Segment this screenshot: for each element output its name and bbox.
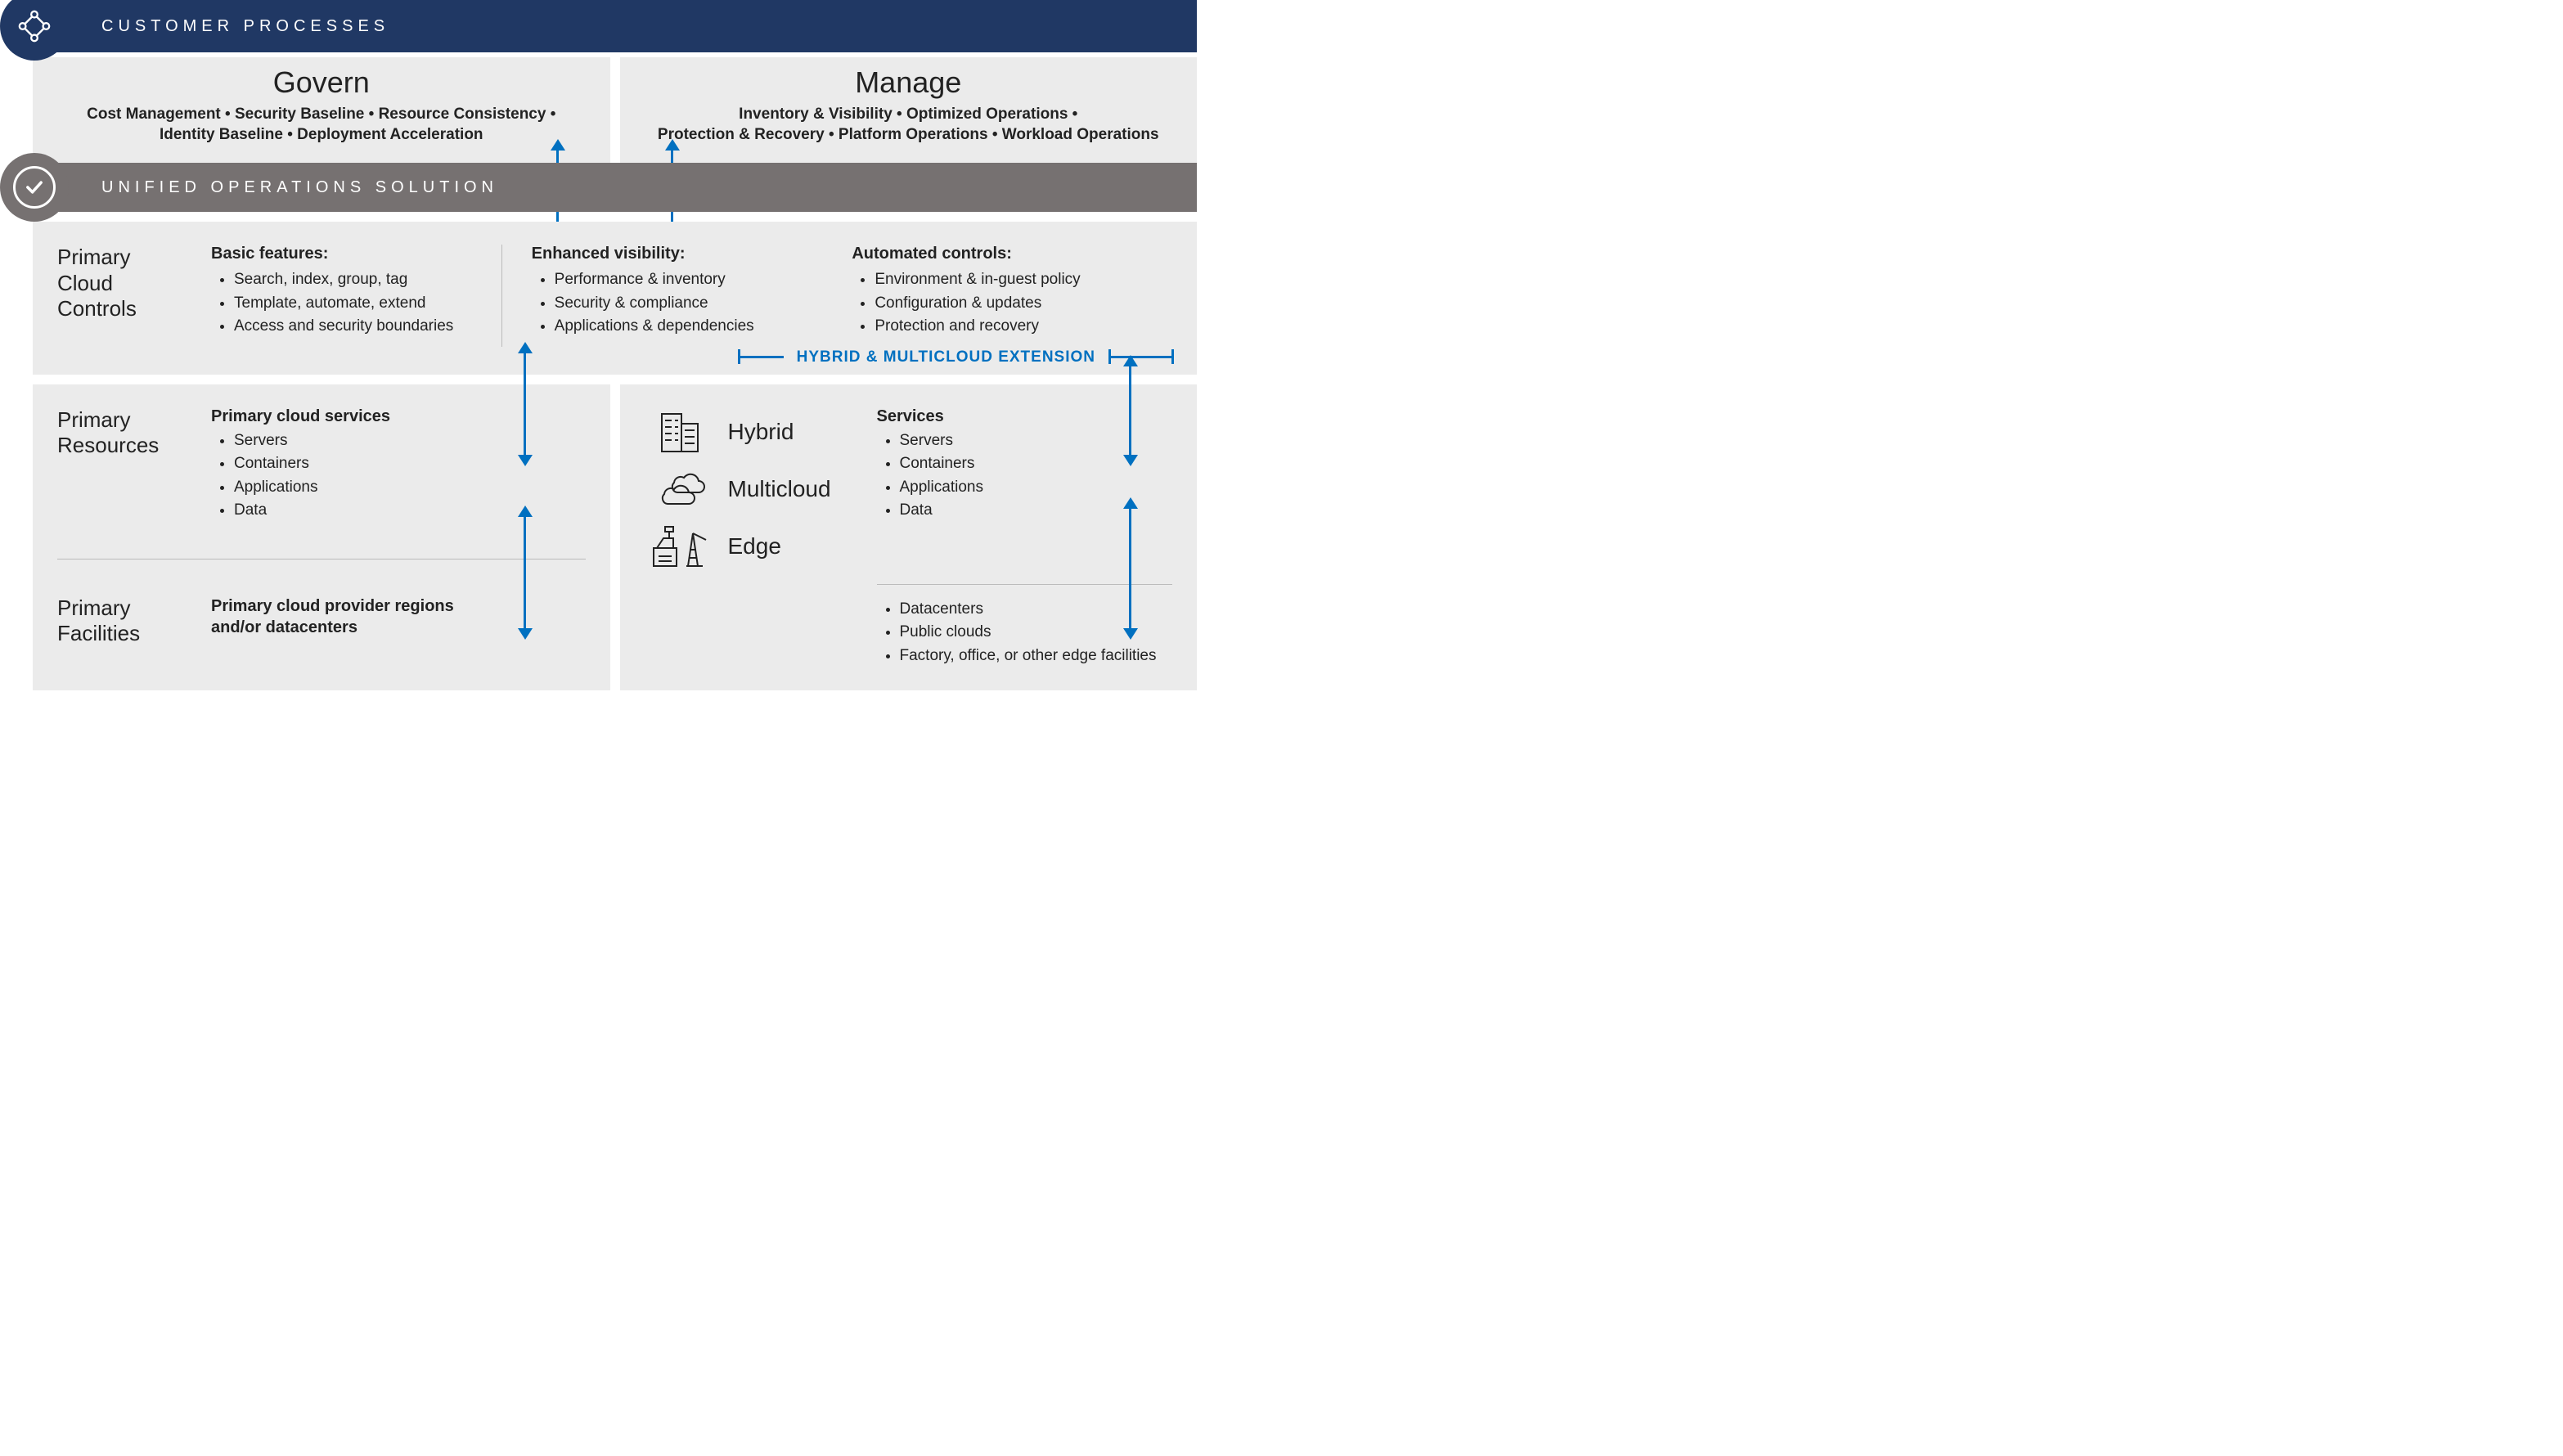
list-item: Factory, office, or other edge facilitie… bbox=[900, 645, 1173, 668]
enhanced-visibility-col: Enhanced visibility: Performance & inven… bbox=[532, 245, 852, 339]
hybrid-multicloud-extension-label: HYBRID & MULTICLOUD EXTENSION bbox=[738, 348, 1174, 366]
customer-processes-bar: CUSTOMER PROCESSES bbox=[33, 0, 1197, 52]
edge-icon bbox=[645, 522, 718, 571]
primary-facilities-title: Primary Facilities bbox=[57, 595, 196, 667]
list-item: Template, automate, extend bbox=[234, 292, 515, 316]
arrow-icon bbox=[524, 515, 526, 630]
hybrid-label: Hybrid bbox=[728, 407, 867, 456]
check-icon bbox=[0, 153, 69, 222]
unified-operations-bar: UNIFIED OPERATIONS SOLUTION bbox=[33, 163, 1197, 212]
clouds-icon bbox=[645, 465, 718, 514]
govern-title: Govern bbox=[49, 65, 594, 100]
automated-controls-col: Automated controls: Environment & in-gue… bbox=[852, 245, 1172, 339]
nodes-icon bbox=[0, 0, 69, 61]
list-item: Environment & in-guest policy bbox=[875, 268, 1156, 292]
govern-subtitle: Cost Management • Security Baseline • Re… bbox=[49, 105, 594, 145]
primary-cloud-services: Primary cloud services Servers Container… bbox=[211, 407, 586, 544]
basic-features-col: Basic features: Search, index, group, ta… bbox=[211, 245, 532, 339]
multicloud-label: Multicloud bbox=[728, 465, 867, 514]
govern-manage-row: Govern Cost Management • Security Baseli… bbox=[33, 57, 1197, 164]
bracket-icon bbox=[1108, 356, 1174, 358]
list-item: Configuration & updates bbox=[875, 292, 1156, 316]
pcc-title: Primary Cloud Controls bbox=[57, 245, 196, 339]
list-item: Protection and recovery bbox=[875, 315, 1156, 339]
list-item: Containers bbox=[234, 452, 586, 476]
bottom-row: Primary Resources Primary cloud services… bbox=[33, 384, 1197, 691]
manage-title: Manage bbox=[636, 65, 1181, 100]
manage-subtitle: Inventory & Visibility • Optimized Opera… bbox=[636, 105, 1181, 145]
list-item: Applications bbox=[900, 476, 1173, 500]
arrow-icon bbox=[1129, 365, 1131, 456]
arrow-icon bbox=[524, 352, 526, 456]
list-item: Data bbox=[234, 499, 586, 523]
edge-label: Edge bbox=[728, 522, 867, 571]
customer-processes-title: CUSTOMER PROCESSES bbox=[101, 17, 389, 36]
list-item: Security & compliance bbox=[555, 292, 836, 316]
govern-card: Govern Cost Management • Security Baseli… bbox=[33, 57, 610, 164]
list-item: Applications bbox=[234, 476, 586, 500]
divider bbox=[877, 584, 1173, 585]
primary-resources-title: Primary Resources bbox=[57, 407, 196, 544]
list-item: Performance & inventory bbox=[555, 268, 836, 292]
primary-cloud-controls: Primary Cloud Controls Basic features: S… bbox=[33, 222, 1197, 375]
diagram-root: CUSTOMER PROCESSES Govern Cost Managemen… bbox=[0, 0, 1197, 690]
buildings-icon bbox=[645, 407, 718, 456]
list-item: Applications & dependencies bbox=[555, 315, 836, 339]
bracket-icon bbox=[738, 356, 784, 358]
list-item: Servers bbox=[234, 429, 586, 453]
list-item: Search, index, group, tag bbox=[234, 268, 515, 292]
hybrid-multicloud-edge: Hybrid Services Servers Containers Appli… bbox=[620, 384, 1198, 691]
unified-operations-title: UNIFIED OPERATIONS SOLUTION bbox=[101, 178, 498, 197]
arrow-icon bbox=[1129, 507, 1131, 630]
list-item: Access and security boundaries bbox=[234, 315, 515, 339]
manage-card: Manage Inventory & Visibility • Optimize… bbox=[620, 57, 1198, 164]
